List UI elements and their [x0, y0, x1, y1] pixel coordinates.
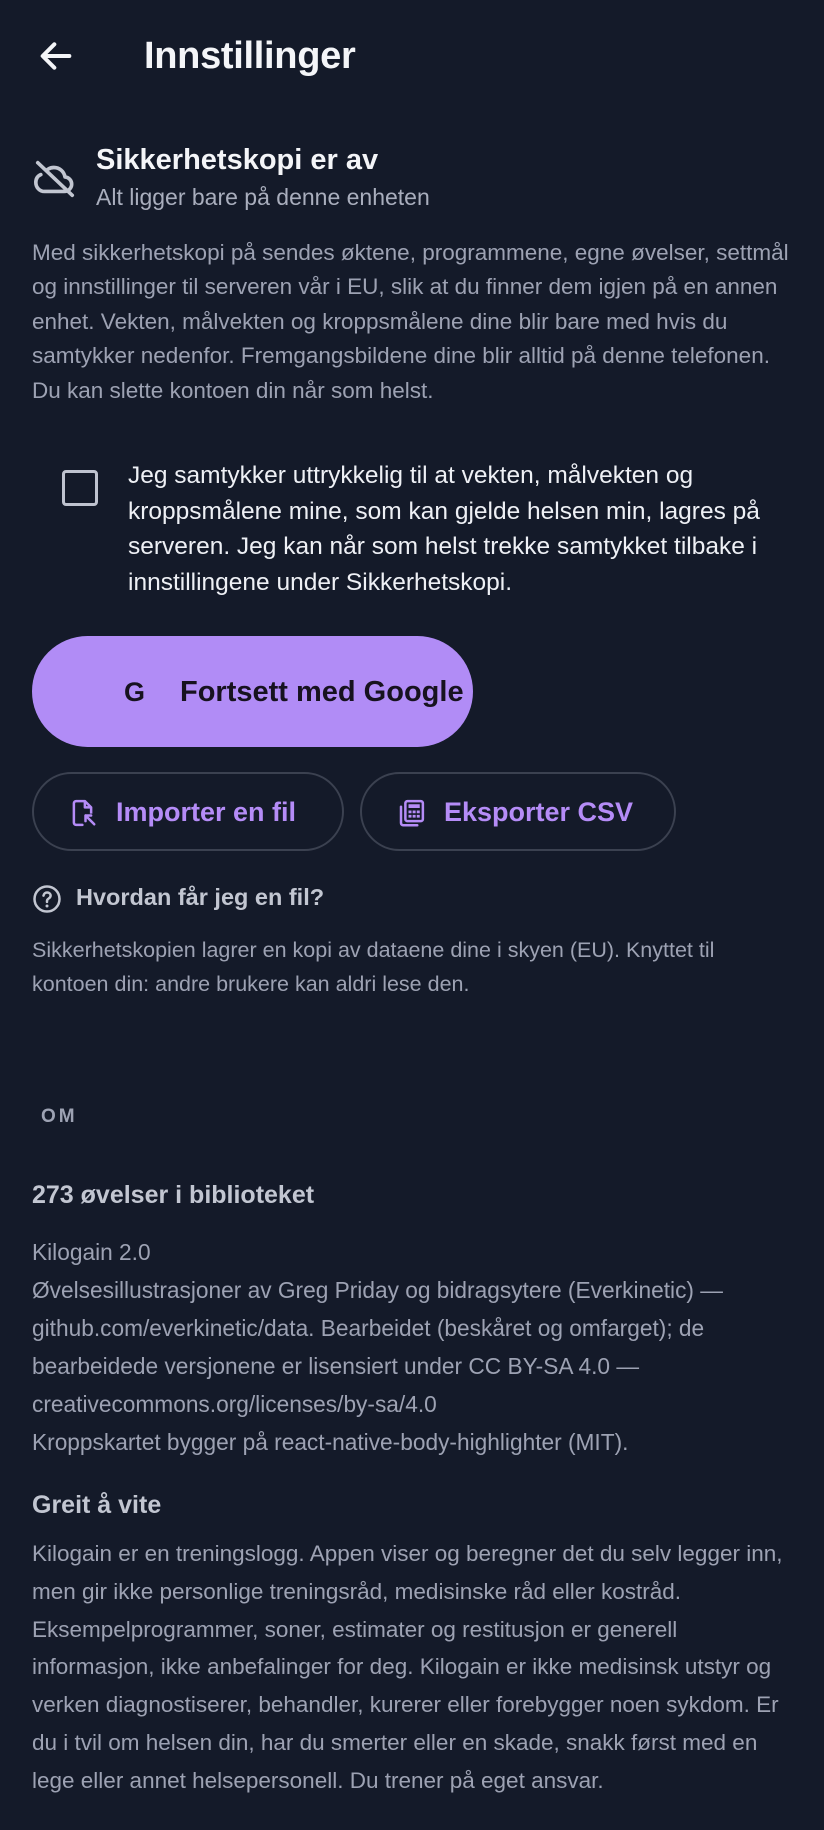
- page-title: Innstillinger: [144, 35, 356, 77]
- credit-line: creativecommons.org/licenses/by-sa/4.0: [32, 1391, 437, 1417]
- export-button-label: Eksporter CSV: [444, 797, 634, 827]
- good-to-know-title: Greit å vite: [32, 1491, 162, 1519]
- health-data-consent[interactable]: Jeg samtykker uttrykkelig til at vekten,…: [62, 458, 762, 608]
- consent-text: Jeg samtykker uttrykkelig til at vekten,…: [128, 462, 760, 596]
- google-button-label: Fortsett med Google: [180, 676, 464, 708]
- spreadsheet-icon: [399, 799, 425, 827]
- backup-status: Sikkerhetskopi er av Alt ligger bare på …: [32, 140, 792, 216]
- how-to-get-file-link[interactable]: Hvordan får jeg en fil?: [32, 880, 352, 916]
- export-csv-button[interactable]: Eksporter CSV: [360, 772, 676, 851]
- credit-line: Kroppskartet bygger på react-native-body…: [32, 1429, 629, 1455]
- about-credits: Kilogain 2.0 Øvelsesillustrasjoner av Gr…: [32, 1233, 802, 1461]
- backup-note: Sikkerhetskopien lagrer en kopi av datae…: [32, 938, 715, 996]
- settings-screen: Innstillinger Sikkerhetskopi er av Alt l…: [0, 0, 824, 1830]
- disclaimer-text: Kilogain er en treningslogg. Appen viser…: [32, 1541, 783, 1793]
- google-icon: G: [124, 677, 146, 707]
- question-circle-icon: [33, 885, 61, 913]
- cloud-off-icon: [34, 160, 75, 198]
- top-app-bar: Innstillinger: [0, 0, 824, 112]
- backup-subtitle: Alt ligger bare på denne enheten: [96, 184, 430, 210]
- back-button[interactable]: [30, 30, 82, 82]
- credit-line: bearbeidede versjonene er lisensiert und…: [32, 1353, 640, 1379]
- import-button-label: Importer en fil: [116, 797, 297, 827]
- backup-description: Med sikkerhetskopi på sendes øktene, pro…: [32, 240, 789, 403]
- backup-title: Sikkerhetskopi er av: [96, 144, 379, 176]
- consent-checkbox[interactable]: [62, 470, 98, 506]
- credit-line: github.com/everkinetic/data. Bearbeidet …: [32, 1315, 705, 1341]
- import-file-button[interactable]: Importer en fil: [32, 772, 344, 851]
- continue-with-google-button[interactable]: G Fortsett med Google: [32, 636, 473, 747]
- arrow-left-icon: [40, 42, 72, 70]
- file-import-icon: [72, 799, 96, 827]
- section-header-about: OM: [41, 1106, 78, 1127]
- app-version: Kilogain 2.0: [32, 1239, 151, 1265]
- help-link-label: Hvordan får jeg en fil?: [76, 884, 325, 910]
- credit-line: Øvelsesillustrasjoner av Greg Priday og …: [32, 1277, 723, 1303]
- exercise-library-count: 273 øvelser i biblioteket: [32, 1181, 315, 1209]
